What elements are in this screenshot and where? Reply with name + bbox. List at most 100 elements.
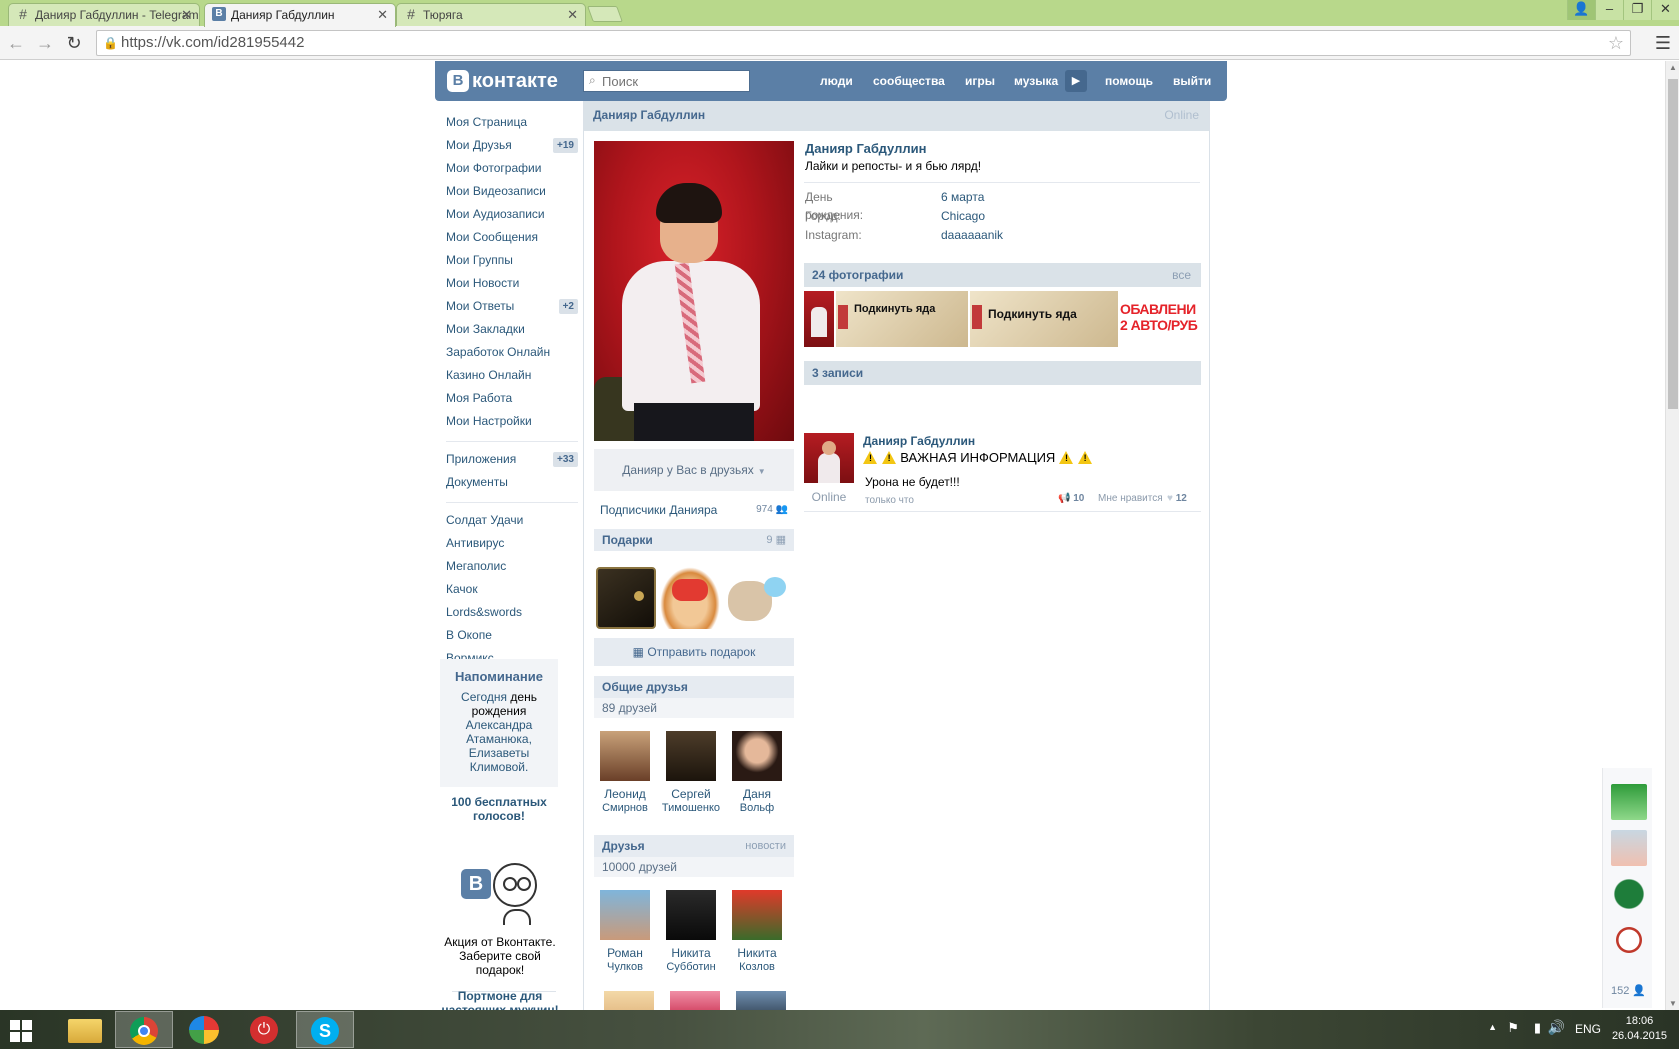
reminder-today-link[interactable]: Сегодня bbox=[461, 690, 507, 704]
photo-thumb[interactable] bbox=[804, 291, 834, 347]
app-taskbar-icon[interactable] bbox=[175, 1011, 233, 1048]
chat-contact-avatar[interactable] bbox=[1611, 784, 1647, 820]
menu-item-work[interactable]: Моя Работа bbox=[446, 387, 578, 410]
hamburger-menu-icon[interactable]: ☰ bbox=[1655, 33, 1671, 54]
menu-item-bookmarks[interactable]: Мои Закладки bbox=[446, 318, 578, 341]
menu-item-earnings[interactable]: Заработок Онлайн bbox=[446, 341, 578, 364]
friend-photo[interactable] bbox=[604, 991, 654, 1010]
menu-item-apps[interactable]: Приложения +33 bbox=[446, 448, 578, 471]
restore-icon[interactable]: ❐ bbox=[1623, 0, 1651, 20]
followers-row[interactable]: Подписчики Данияра 974 👥 bbox=[600, 501, 788, 519]
gifts-header[interactable]: Подарки 9 ▦ bbox=[594, 529, 794, 551]
gift-cake[interactable] bbox=[660, 567, 720, 629]
menu-item-answers[interactable]: Мои Ответы +2 bbox=[446, 295, 578, 318]
browser-tab-tyuryaga[interactable]: # Тюряга ✕ bbox=[396, 3, 586, 26]
vk-search-box[interactable]: ⌕ bbox=[583, 70, 750, 92]
network-icon[interactable]: ▮ bbox=[1534, 1020, 1541, 1036]
photos-header[interactable]: 24 фотографии все bbox=[804, 263, 1201, 287]
menu-item-videos[interactable]: Мои Видеозаписи bbox=[446, 180, 578, 203]
like-button[interactable]: ♥ 12 bbox=[1167, 493, 1187, 504]
promo-meme-image[interactable]: B bbox=[459, 861, 543, 927]
send-gift-button[interactable]: ▦ Отправить подарок bbox=[594, 638, 794, 666]
repost-button[interactable]: 📢 10 bbox=[1058, 493, 1084, 504]
friend-card[interactable]: Никита Козлов bbox=[726, 890, 788, 974]
menu-item-messages[interactable]: Мои Сообщения bbox=[446, 226, 578, 249]
menu-item-casino[interactable]: Казино Онлайн bbox=[446, 364, 578, 387]
nav-games[interactable]: игры bbox=[965, 61, 995, 101]
minimize-icon[interactable]: – bbox=[1595, 0, 1623, 20]
nav-logout[interactable]: выйти bbox=[1173, 61, 1211, 101]
menu-item-game[interactable]: Качок bbox=[446, 578, 578, 601]
menu-item-audio[interactable]: Мои Аудиозаписи bbox=[446, 203, 578, 226]
back-arrow-icon[interactable]: ← bbox=[6, 33, 26, 53]
online-friends-count[interactable]: 152 👤 bbox=[1611, 984, 1646, 997]
close-icon[interactable]: ✕ bbox=[181, 4, 192, 26]
scroll-up-icon[interactable]: ▲ bbox=[1668, 63, 1678, 72]
friends-news-link[interactable]: новости bbox=[745, 835, 786, 857]
friend-photo[interactable] bbox=[736, 991, 786, 1010]
tray-expand-icon[interactable]: ▲ bbox=[1488, 1022, 1497, 1032]
flag-icon[interactable]: ⚑ bbox=[1507, 1020, 1519, 1036]
nav-help[interactable]: помощь bbox=[1105, 61, 1153, 101]
friend-photo[interactable] bbox=[670, 991, 720, 1010]
menu-item-game[interactable]: Мегаполис bbox=[446, 555, 578, 578]
post-author-avatar[interactable] bbox=[804, 433, 854, 483]
menu-item-game[interactable]: Антивирус bbox=[446, 532, 578, 555]
scrollbar-thumb[interactable] bbox=[1668, 79, 1678, 409]
post-author-name[interactable]: Данияр Габдуллин bbox=[863, 434, 975, 448]
volume-icon[interactable]: 🔊 bbox=[1548, 1019, 1565, 1036]
skype-taskbar-icon[interactable]: S bbox=[296, 1011, 354, 1048]
promo-text[interactable]: Акция от Вконтакте. Заберите свой подаро… bbox=[440, 935, 560, 977]
nav-communities[interactable]: сообщества bbox=[873, 61, 945, 101]
free-votes-link[interactable]: 100 бесплатных голосов! bbox=[440, 795, 558, 823]
chrome-taskbar-icon[interactable] bbox=[115, 1011, 173, 1048]
profile-status[interactable]: Лайки и репосты- и я бью лярд! bbox=[805, 159, 981, 173]
photo-thumb[interactable]: Подкинуть яда bbox=[970, 291, 1118, 347]
scroll-down-icon[interactable]: ▼ bbox=[1668, 999, 1678, 1008]
menu-item-settings[interactable]: Мои Настройки bbox=[446, 410, 578, 433]
friend-card[interactable]: Леонид Смирнов bbox=[594, 731, 656, 815]
friend-status-button[interactable]: Данияр у Вас в друзьях ▼ bbox=[594, 449, 794, 491]
chat-contact-avatar[interactable] bbox=[1611, 830, 1647, 866]
photos-all-link[interactable]: все bbox=[1172, 263, 1191, 287]
friend-card[interactable]: Роман Чулков bbox=[594, 890, 656, 974]
new-tab-button[interactable] bbox=[587, 6, 623, 22]
menu-item-game[interactable]: Lords&swords bbox=[446, 601, 578, 624]
friend-card[interactable]: Никита Субботин bbox=[660, 890, 722, 974]
menu-item-groups[interactable]: Мои Группы bbox=[446, 249, 578, 272]
photo-thumb[interactable]: ОБАВЛЕНИ 2 АВТО/РУБ bbox=[1120, 291, 1201, 347]
like-label[interactable]: Мне нравится bbox=[1098, 493, 1163, 504]
reminder-names-link[interactable]: Александра Атаманюка, Елизаветы Климовой… bbox=[466, 718, 533, 774]
friends-header[interactable]: Друзья новости bbox=[594, 835, 794, 857]
menu-item-my-page[interactable]: Моя Страница bbox=[446, 111, 578, 134]
close-window-icon[interactable]: ✕ bbox=[1651, 0, 1679, 20]
menu-item-documents[interactable]: Документы bbox=[446, 471, 578, 494]
reload-icon[interactable]: ↻ bbox=[64, 33, 84, 53]
address-bar[interactable]: 🔒 https://vk.com/id281955442 ☆ bbox=[96, 30, 1631, 56]
menu-item-game[interactable]: Солдат Удачи bbox=[446, 509, 578, 532]
profile-avatar[interactable] bbox=[594, 141, 794, 441]
clock[interactable]: 18:06 26.04.2015 bbox=[1612, 1014, 1667, 1044]
gift-grumpy-cat[interactable] bbox=[724, 567, 786, 629]
menu-item-friends[interactable]: Мои Друзья +19 bbox=[446, 134, 578, 157]
friend-card[interactable]: Даня Вольф bbox=[726, 731, 788, 815]
mutual-friends-header[interactable]: Общие друзья bbox=[594, 676, 794, 698]
post-time[interactable]: только что bbox=[865, 495, 914, 506]
close-icon[interactable]: ✕ bbox=[377, 4, 388, 26]
gift-safe[interactable] bbox=[596, 567, 656, 629]
menu-item-photos[interactable]: Мои Фотографии bbox=[446, 157, 578, 180]
menu-item-news[interactable]: Мои Новости bbox=[446, 272, 578, 295]
close-icon[interactable]: ✕ bbox=[567, 4, 578, 26]
play-icon[interactable]: ▶ bbox=[1065, 70, 1087, 92]
chat-contact-avatar[interactable] bbox=[1611, 876, 1647, 912]
forward-arrow-icon[interactable]: → bbox=[35, 33, 55, 53]
user-icon[interactable]: 👤 bbox=[1567, 0, 1595, 20]
friend-card[interactable]: Сергей Тимошенко bbox=[660, 731, 722, 815]
start-button[interactable] bbox=[0, 1011, 48, 1048]
bookmark-star-icon[interactable]: ☆ bbox=[1608, 33, 1624, 54]
photo-thumb[interactable]: Подкинуть яда bbox=[836, 291, 968, 347]
vk-logo[interactable]: В контакте bbox=[447, 69, 558, 93]
menu-item-game[interactable]: В Окопе bbox=[446, 624, 578, 647]
search-input[interactable] bbox=[602, 73, 747, 89]
nav-people[interactable]: люди bbox=[820, 61, 853, 101]
